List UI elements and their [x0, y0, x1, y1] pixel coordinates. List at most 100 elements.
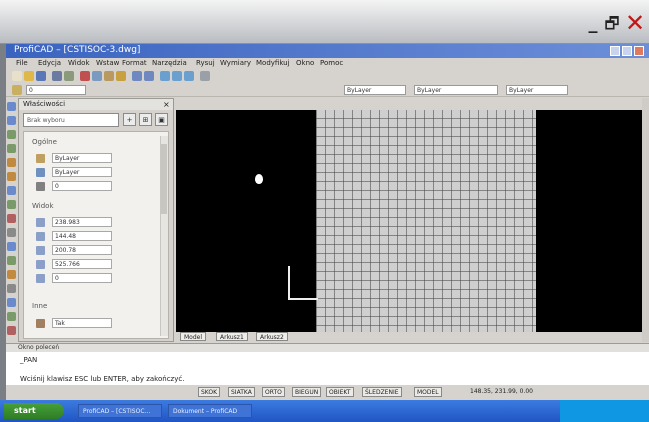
coordinates-readout: 148.35, 231.99, 0.00: [470, 388, 533, 395]
grid-pattern-drawing: [316, 110, 536, 332]
rectangle-icon[interactable]: [7, 144, 16, 153]
draw-toolbar: [6, 98, 18, 348]
command-window-title: Okno poleceń: [6, 344, 649, 352]
section-view[interactable]: Widok: [32, 202, 54, 210]
hatch-icon[interactable]: [7, 242, 16, 251]
otrack-toggle[interactable]: ŚLEDZENIE: [362, 387, 402, 397]
prop-color[interactable]: ByLayer: [52, 153, 112, 163]
minimize-button[interactable]: _: [586, 14, 600, 34]
ucs-y-axis-icon: [288, 266, 290, 300]
app-minimize-button[interactable]: [610, 46, 620, 56]
dimension-icon[interactable]: [7, 312, 16, 321]
ortho-toggle[interactable]: ORTO: [262, 387, 285, 397]
prop-linetype[interactable]: 0: [52, 181, 112, 191]
preview-icon[interactable]: [64, 71, 74, 81]
point-icon[interactable]: [7, 228, 16, 237]
circle-icon[interactable]: [7, 172, 16, 181]
osnap-toggle[interactable]: OBIEKT: [326, 387, 354, 397]
restore-button[interactable]: 🗗: [603, 14, 621, 34]
center-x-icon: [36, 218, 45, 227]
erase-icon[interactable]: [7, 326, 16, 335]
spline-icon[interactable]: [7, 186, 16, 195]
menu-window[interactable]: Okno: [296, 58, 314, 69]
app-close-button[interactable]: [634, 46, 644, 56]
menu-insert[interactable]: Wstaw: [96, 58, 119, 69]
toggle-pickadd-button[interactable]: ▣: [155, 113, 168, 126]
pan-icon[interactable]: [160, 71, 170, 81]
paste-icon[interactable]: [104, 71, 114, 81]
tab-model[interactable]: Model: [180, 332, 207, 341]
snap-toggle[interactable]: SKOK: [198, 387, 221, 397]
section-general[interactable]: Ogólne: [32, 138, 57, 146]
system-tray: [560, 400, 649, 422]
prop-center-z[interactable]: 200.78: [52, 245, 112, 255]
new-file-icon[interactable]: [12, 71, 22, 81]
color-select[interactable]: ByLayer: [344, 85, 406, 95]
lineweight-select[interactable]: ByLayer: [506, 85, 568, 95]
properties-scroll-thumb[interactable]: [161, 144, 167, 214]
text-icon[interactable]: [7, 284, 16, 293]
menu-draw[interactable]: Rysuj: [196, 58, 215, 69]
polar-toggle[interactable]: BIEGUN: [292, 387, 322, 397]
taskbar-item-doc[interactable]: Dokument – ProfiCAD: [168, 404, 252, 418]
save-icon[interactable]: [36, 71, 46, 81]
arc-icon[interactable]: [7, 158, 16, 167]
grid-toggle[interactable]: SIATKA: [228, 387, 255, 397]
linetype-select[interactable]: ByLayer: [414, 85, 498, 95]
copy-icon[interactable]: [92, 71, 102, 81]
menu-format[interactable]: Format: [122, 58, 147, 69]
layer-select[interactable]: 0: [26, 85, 86, 95]
section-other[interactable]: Inne: [32, 302, 47, 310]
drawing-canvas[interactable]: [176, 110, 642, 332]
status-bar: SKOK SIATKA ORTO BIEGUN OBIEKT ŚLEDZENIE…: [6, 385, 649, 400]
menu-view[interactable]: Widok: [68, 58, 90, 69]
start-button[interactable]: start: [4, 403, 64, 419]
line-icon[interactable]: [7, 102, 16, 111]
menu-file[interactable]: File: [16, 58, 28, 69]
properties-icon[interactable]: [200, 71, 210, 81]
selection-dropdown[interactable]: Brak wyboru: [23, 113, 119, 127]
zoom-window-icon[interactable]: [184, 71, 194, 81]
select-objects-button[interactable]: ⊞: [139, 113, 152, 126]
ellipse-icon[interactable]: [7, 200, 16, 209]
prop-layer[interactable]: ByLayer: [52, 167, 112, 177]
match-properties-icon[interactable]: [116, 71, 126, 81]
polygon-icon[interactable]: [7, 130, 16, 139]
prop-ucs[interactable]: Tak: [52, 318, 112, 328]
taskbar-item-cad[interactable]: ProfiCAD – [CSTISOC...: [78, 404, 162, 418]
block-icon[interactable]: [7, 214, 16, 223]
zoom-realtime-icon[interactable]: [172, 71, 182, 81]
quick-select-button[interactable]: +: [123, 113, 136, 126]
open-folder-icon[interactable]: [24, 71, 34, 81]
menu-tools[interactable]: Narzędzia: [152, 58, 187, 69]
command-prompt[interactable]: Wciśnij klawisz ESC lub ENTER, aby zakoń…: [20, 375, 184, 383]
polyline-icon[interactable]: [7, 116, 16, 125]
app-maximize-button[interactable]: [622, 46, 632, 56]
mtext-icon[interactable]: [7, 298, 16, 307]
command-window: Okno poleceń _PAN Wciśnij klawisz ESC lu…: [6, 343, 649, 385]
ucs-x-axis-icon: [288, 298, 318, 300]
menu-edit[interactable]: Edycja: [38, 58, 61, 69]
cut-icon[interactable]: [80, 71, 90, 81]
prop-height[interactable]: 525.766: [52, 259, 112, 269]
prop-center-x[interactable]: 238.983: [52, 217, 112, 227]
menu-dimensions[interactable]: Wymiary: [220, 58, 251, 69]
undo-icon[interactable]: [132, 71, 142, 81]
redo-icon[interactable]: [144, 71, 154, 81]
properties-close-icon[interactable]: ×: [163, 99, 173, 110]
model-toggle[interactable]: MODEL: [414, 387, 442, 397]
table-icon[interactable]: [7, 270, 16, 279]
region-icon[interactable]: [7, 256, 16, 265]
layer-manager-icon[interactable]: [12, 85, 22, 95]
close-button[interactable]: ✕: [624, 10, 646, 36]
tab-layout2[interactable]: Arkusz2: [256, 332, 288, 341]
prop-center-y[interactable]: 144.48: [52, 231, 112, 241]
tab-layout1[interactable]: Arkusz1: [216, 332, 248, 341]
layout-tabs: Model Arkusz1 Arkusz2: [176, 332, 642, 342]
menu-help[interactable]: Pomoc: [320, 58, 343, 69]
menu-modify[interactable]: Modyfikuj: [256, 58, 290, 69]
vertical-scrollbar[interactable]: [642, 98, 649, 342]
prop-width[interactable]: 0: [52, 273, 112, 283]
print-icon[interactable]: [52, 71, 62, 81]
ucs-icon: [36, 319, 45, 328]
